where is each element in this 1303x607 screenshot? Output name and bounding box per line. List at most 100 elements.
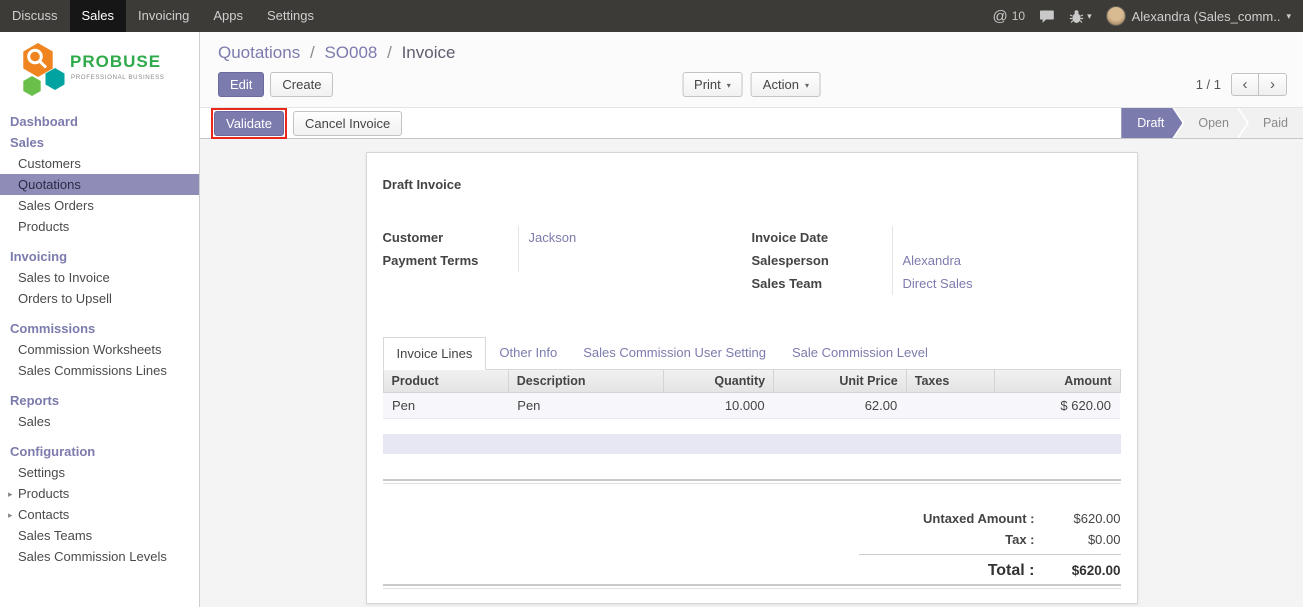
sidebar-section-invoicing: Invoicing Sales to Invoice Orders to Ups… — [0, 246, 199, 309]
mention-icon: @ — [993, 8, 1008, 25]
cell-amount: $ 620.00 — [995, 393, 1120, 419]
sidebar-item-sales-orders[interactable]: Sales Orders — [0, 195, 199, 216]
user-menu[interactable]: Alexandra (Sales_comm.. ▾ — [1106, 6, 1291, 26]
breadcrumb-quotations[interactable]: Quotations — [218, 43, 300, 62]
salesperson-value[interactable]: Alexandra — [892, 249, 1121, 272]
validate-button[interactable]: Validate — [214, 111, 284, 136]
top-menu-sales[interactable]: Sales — [70, 0, 127, 32]
sidebar-section-reports: Reports Sales — [0, 390, 199, 432]
sidebar-item-label: Contacts — [18, 507, 69, 522]
sidebar-heading-reports[interactable]: Reports — [0, 390, 199, 411]
customer-field-row: Customer Jackson — [383, 226, 752, 249]
col-header-quantity: Quantity — [663, 370, 774, 393]
invoice-sheet: Draft Invoice Customer Jackson Payment T… — [366, 152, 1138, 604]
edit-button[interactable]: Edit — [218, 72, 264, 97]
debug-menu-button[interactable]: ▾ — [1069, 9, 1092, 24]
logo-title: PROBUSE — [70, 52, 161, 71]
untaxed-amount-row: Untaxed Amount : $620.00 — [859, 508, 1121, 529]
sidebar-section-commissions: Commissions Commission Worksheets Sales … — [0, 318, 199, 381]
table-header-row: Product Description Quantity Unit Price … — [383, 370, 1120, 393]
create-button[interactable]: Create — [270, 72, 333, 97]
user-name: Alexandra (Sales_comm.. — [1132, 9, 1281, 24]
total-value: $620.00 — [1049, 563, 1121, 578]
sidebar-item-reports-sales[interactable]: Sales — [0, 411, 199, 432]
sidebar-item-sales-commission-levels[interactable]: Sales Commission Levels — [0, 546, 199, 567]
top-menu-discuss[interactable]: Discuss — [0, 0, 70, 32]
sales-team-value[interactable]: Direct Sales — [892, 272, 1121, 295]
col-header-unit-price: Unit Price — [774, 370, 907, 393]
print-dropdown[interactable]: Print▾ — [682, 72, 743, 97]
sidebar-heading-invoicing[interactable]: Invoicing — [0, 246, 199, 267]
sidebar-item-products[interactable]: Products — [0, 216, 199, 237]
status-step-draft: Draft — [1121, 108, 1182, 138]
tab-invoice-lines[interactable]: Invoice Lines — [383, 337, 487, 370]
pager-previous-button[interactable]: ‹ — [1231, 73, 1259, 96]
tab-other-info[interactable]: Other Info — [486, 337, 570, 369]
control-panel-buttons: Edit Create Print▾ Action ▾ 1 / 1 ‹ › — [200, 65, 1303, 107]
breadcrumb-current: Invoice — [402, 43, 456, 62]
sidebar-item-settings[interactable]: Settings — [0, 462, 199, 483]
tab-sales-commission-user-setting[interactable]: Sales Commission User Setting — [570, 337, 779, 369]
invoice-date-value — [892, 226, 1121, 249]
payment-terms-field-row: Payment Terms — [383, 249, 752, 272]
mention-counter[interactable]: @ 10 — [993, 8, 1026, 25]
form-statusbar: Validate Cancel Invoice Draft Open Paid — [200, 107, 1303, 139]
sidebar-item-sales-teams[interactable]: Sales Teams — [0, 525, 199, 546]
caret-down-icon: ▾ — [805, 81, 809, 90]
tax-value: $0.00 — [1049, 532, 1121, 547]
messages-button[interactable] — [1039, 9, 1055, 24]
sidebar-heading-configuration[interactable]: Configuration — [0, 441, 199, 462]
print-label: Print — [694, 77, 721, 92]
pager-next-button[interactable]: › — [1259, 73, 1287, 96]
col-header-product: Product — [383, 370, 508, 393]
sales-team-label: Sales Team — [752, 272, 892, 295]
untaxed-amount-value: $620.00 — [1049, 511, 1121, 526]
top-menu-settings[interactable]: Settings — [255, 0, 326, 32]
section-separator — [383, 479, 1121, 484]
sidebar-heading-sales[interactable]: Sales — [0, 132, 199, 153]
field-groups: Customer Jackson Payment Terms Invoice D… — [383, 226, 1121, 295]
total-row: Total : $620.00 — [859, 554, 1121, 583]
company-logo: PROBUSE PROFESSIONAL BUSINESS — [0, 32, 199, 109]
action-dropdown[interactable]: Action ▾ — [751, 72, 821, 97]
sidebar-section-dashboard: Dashboard — [0, 111, 199, 132]
sidebar-item-orders-to-upsell[interactable]: Orders to Upsell — [0, 288, 199, 309]
bug-icon — [1069, 9, 1084, 24]
top-menu-invoicing[interactable]: Invoicing — [126, 0, 201, 32]
expand-caret-icon: ▸ — [8, 508, 13, 523]
right-field-group: Invoice Date Salesperson Alexandra Sales… — [752, 226, 1121, 295]
avatar — [1106, 6, 1126, 26]
action-label: Action — [763, 77, 799, 92]
pager: 1 / 1 ‹ › — [1196, 73, 1287, 96]
status-step-paid: Paid — [1239, 108, 1303, 138]
logo-subtitle: PROFESSIONAL BUSINESS — [71, 74, 165, 81]
totals: Untaxed Amount : $620.00 Tax : $0.00 Tot… — [859, 508, 1121, 583]
chevron-down-icon: ▾ — [1087, 11, 1092, 22]
invoice-state-title: Draft Invoice — [383, 177, 1121, 192]
tab-sale-commission-level[interactable]: Sale Commission Level — [779, 337, 941, 369]
form-view: Draft Invoice Customer Jackson Payment T… — [200, 139, 1303, 607]
customer-value[interactable]: Jackson — [518, 226, 752, 249]
sidebar-heading-commissions[interactable]: Commissions — [0, 318, 199, 339]
invoice-date-field-row: Invoice Date — [752, 226, 1121, 249]
invoice-line-row[interactable]: Pen Pen 10.000 62.00 $ 620.00 — [383, 393, 1120, 419]
sidebar-item-commission-worksheets[interactable]: Commission Worksheets — [0, 339, 199, 360]
untaxed-amount-label: Untaxed Amount : — [859, 511, 1049, 526]
topbar: Discuss Sales Invoicing Apps Settings @ … — [0, 0, 1303, 32]
sidebar-item-config-contacts[interactable]: ▸ Contacts — [0, 504, 199, 525]
sidebar-item-sales-to-invoice[interactable]: Sales to Invoice — [0, 267, 199, 288]
cancel-invoice-button[interactable]: Cancel Invoice — [293, 111, 402, 136]
main-area: Quotations / SO008 / Invoice Edit Create… — [200, 32, 1303, 607]
pager-value: 1 / 1 — [1196, 77, 1221, 92]
sidebar-item-sales-commissions-lines[interactable]: Sales Commissions Lines — [0, 360, 199, 381]
top-menu-apps[interactable]: Apps — [201, 0, 255, 32]
sidebar-item-customers[interactable]: Customers — [0, 153, 199, 174]
sidebar-item-quotations[interactable]: Quotations — [0, 174, 199, 195]
breadcrumb-so008[interactable]: SO008 — [324, 43, 377, 62]
sidebar-item-label: Products — [18, 486, 69, 501]
breadcrumb-separator: / — [387, 43, 392, 62]
sidebar-item-config-products[interactable]: ▸Products — [0, 483, 199, 504]
payment-terms-label: Payment Terms — [383, 249, 518, 272]
sidebar-heading-dashboard[interactable]: Dashboard — [0, 111, 199, 132]
logo-hexagon-teal — [46, 68, 65, 90]
